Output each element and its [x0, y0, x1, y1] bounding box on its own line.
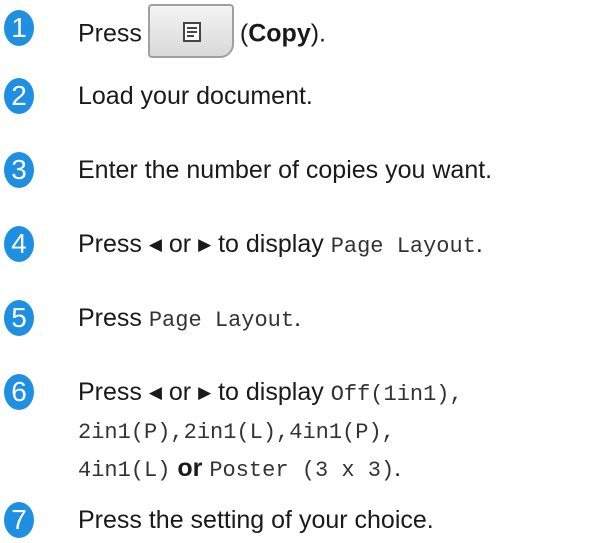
step-6-line-2: 2in1(P),2in1(L),4in1(P), — [78, 410, 395, 453]
step-1-text: Press (Copy). — [78, 4, 326, 62]
step-number-4: 4 — [4, 226, 34, 262]
left-arrow-icon: ◀ — [148, 235, 162, 254]
copy-document-icon — [182, 22, 201, 42]
lcd-option: 2in1(P), — [78, 420, 184, 445]
step-number-2: 2 — [4, 78, 34, 114]
lcd-option: Poster (3 x 3) — [209, 458, 395, 483]
right-arrow-icon: ▶ — [198, 383, 212, 402]
lcd-option: 2in1(L), — [183, 420, 290, 445]
lcd-option: Page Layout — [148, 308, 295, 333]
step-4-text: Press ◀ or ▶ to display Page Layout. — [78, 230, 483, 259]
step-number-6: 6 — [4, 374, 34, 410]
lcd-option: Off(1in1), — [330, 382, 463, 407]
lcd-option: 4in1(P), — [289, 420, 395, 445]
lcd-option: 4in1(L) — [78, 458, 171, 483]
step-6-line-1: Press ◀ or ▶ to display Off(1in1), — [78, 378, 463, 407]
step-7-text: Press the setting of your choice. — [78, 506, 434, 534]
step-3-text: Enter the number of copies you want. — [78, 156, 493, 184]
step-number-1: 1 — [4, 10, 34, 46]
step-number-5: 5 — [4, 300, 34, 336]
step-5-text: Press Page Layout. — [78, 304, 302, 333]
step-6-line-3: 4in1(L) or Poster (3 x 3). — [78, 454, 402, 483]
right-arrow-icon: ▶ — [198, 235, 212, 254]
step-number-7: 7 — [4, 502, 34, 538]
lcd-option: Page Layout — [330, 234, 476, 259]
left-arrow-icon: ◀ — [148, 383, 162, 402]
copy-button[interactable] — [147, 4, 234, 58]
step-number-3: 3 — [4, 152, 34, 188]
step-2-text: Load your document. — [78, 82, 313, 110]
